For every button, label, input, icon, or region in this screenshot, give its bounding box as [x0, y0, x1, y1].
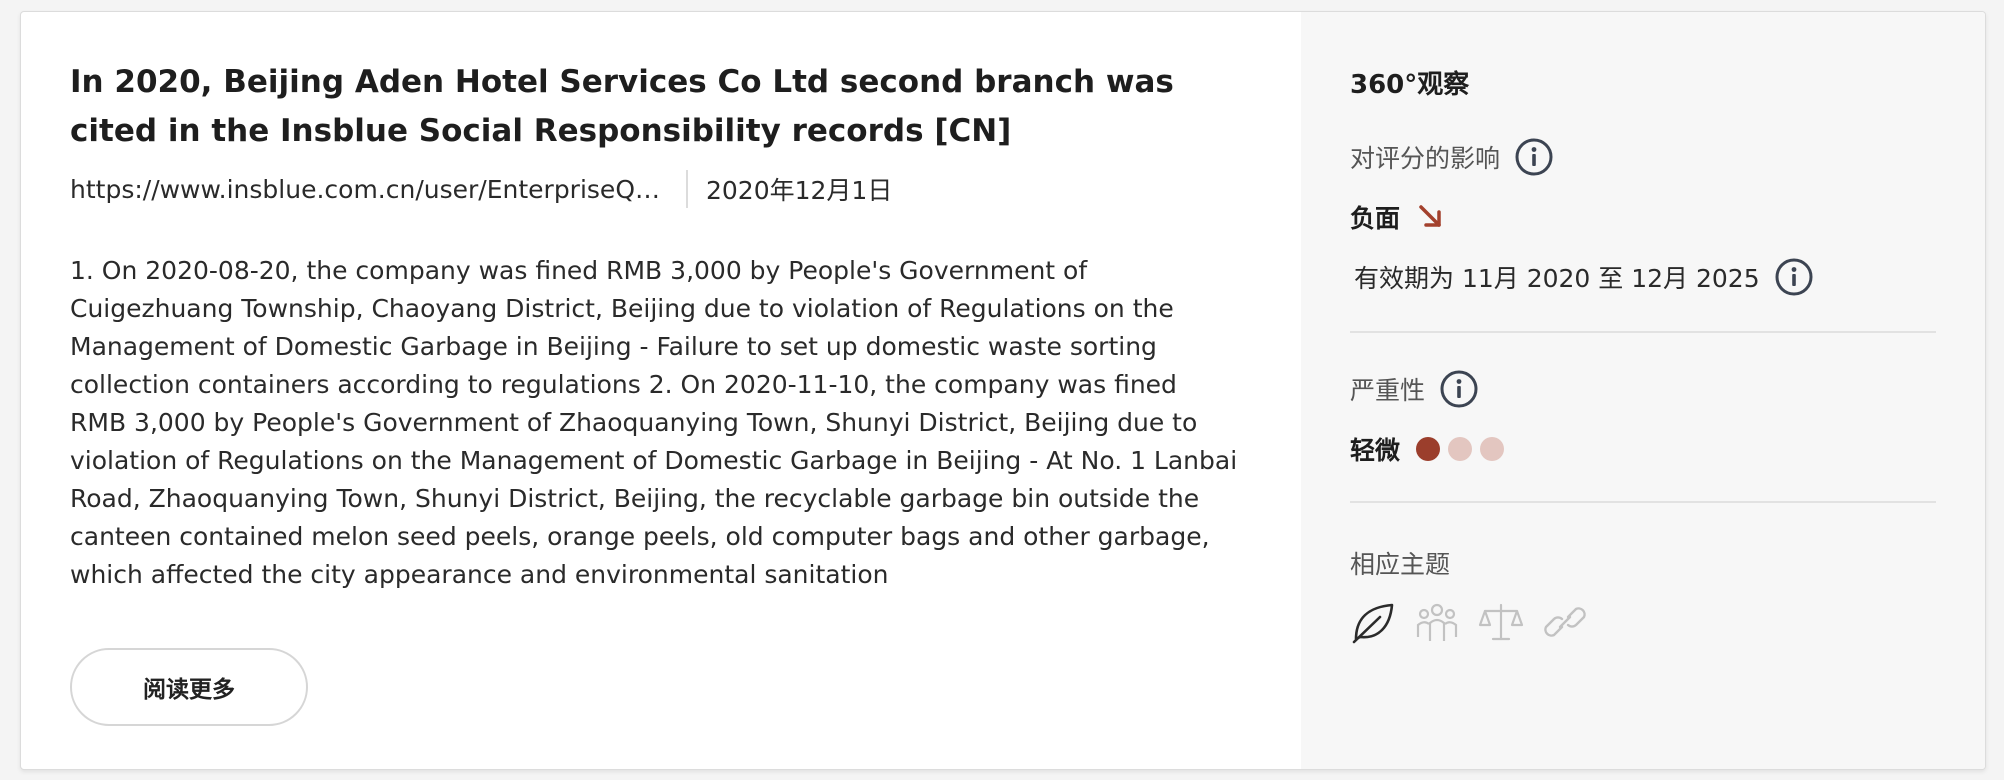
severity-dot	[1416, 437, 1441, 461]
info-icon[interactable]	[1514, 137, 1554, 177]
info-icon[interactable]	[1439, 369, 1479, 409]
insight-heading: 360°观察	[1350, 70, 1470, 100]
read-more-button[interactable]: 阅读更多	[70, 648, 308, 726]
impact-value-row: 负面	[1350, 199, 1936, 235]
topics-label: 相应主题	[1350, 550, 1451, 579]
impact-label-row: 对评分的影响	[1350, 137, 1936, 177]
article-meta: https://www.insblue.com.cn/user/Enterpri…	[70, 170, 1252, 208]
article-body: 1. On 2020-08-20, the company was fined …	[70, 256, 1238, 589]
section-divider	[1350, 331, 1936, 333]
source-url-link[interactable]: https://www.insblue.com.cn/user/Enterpri…	[70, 175, 668, 204]
severity-value-row: 轻微	[1350, 431, 1936, 467]
impact-label: 对评分的影响	[1350, 144, 1501, 173]
section-divider	[1350, 501, 1936, 503]
insight-panel: 360°观察 对评分的影响 负面 有效期为 11月 2020 至 12月 202…	[1301, 12, 1985, 769]
info-icon[interactable]	[1774, 257, 1814, 297]
severity-value: 轻微	[1350, 436, 1401, 465]
severity-dot	[1480, 437, 1505, 461]
article-date: 2020年12月1日	[706, 176, 893, 205]
controversy-card: In 2020, Beijing Aden Hotel Services Co …	[20, 11, 1986, 770]
topics-list	[1350, 599, 1936, 645]
scales-icon[interactable]	[1478, 599, 1524, 645]
severity-label: 严重性	[1350, 376, 1426, 405]
people-icon[interactable]	[1414, 599, 1460, 645]
meta-divider	[686, 170, 688, 208]
severity-dot	[1448, 437, 1473, 461]
topics-label-row: 相应主题	[1350, 545, 1936, 581]
impact-value: 负面	[1350, 204, 1401, 233]
article-panel: In 2020, Beijing Aden Hotel Services Co …	[21, 12, 1301, 769]
arrow-down-right-icon	[1419, 205, 1441, 227]
validity-text: 有效期为 11月 2020 至 12月 2025	[1354, 264, 1760, 293]
leaf-icon[interactable]	[1350, 599, 1396, 645]
validity-row: 有效期为 11月 2020 至 12月 2025	[1350, 257, 1936, 297]
article-title: In 2020, Beijing Aden Hotel Services Co …	[70, 64, 1174, 149]
severity-label-row: 严重性	[1350, 369, 1936, 409]
link-icon[interactable]	[1542, 599, 1588, 645]
